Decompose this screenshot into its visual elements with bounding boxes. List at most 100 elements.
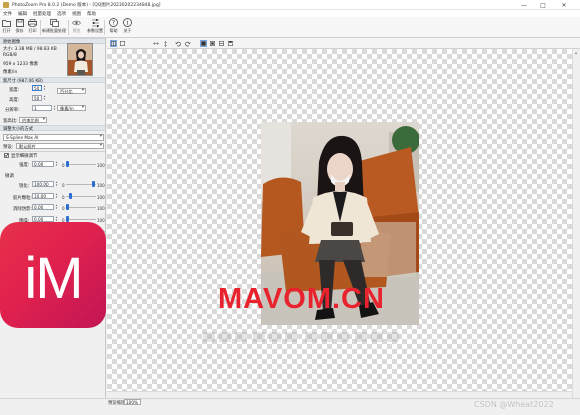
strength-stepper[interactable]: ▴ ▾ [55,161,58,167]
film-grain-field[interactable]: 10.00 [32,193,54,199]
fine-tune-header: 微调 [5,174,14,179]
menu-batch[interactable]: 批量处理 [33,11,51,17]
resolution-field[interactable]: 1 [32,105,52,111]
fit-width-button[interactable] [152,40,159,47]
artifact-field[interactable]: 0.00 [32,204,54,210]
view-mode-3-button[interactable] [218,40,225,47]
settings-button[interactable]: 参数设置 [87,18,103,34]
watermark-logo: iM [0,222,106,328]
vertical-scrollbar[interactable]: ▴ [572,49,580,398]
eye-icon [72,18,81,27]
artifact-stepper[interactable]: ▴ ▾ [55,204,58,210]
strength-thumb[interactable] [66,161,69,167]
strength-field[interactable]: 0.00 [32,161,54,167]
toolbar-divider [68,20,69,35]
open-label: 打开 [2,28,11,33]
close-button[interactable]: ✕ [556,0,572,10]
watermark-faded-text [201,329,416,349]
height-field[interactable]: 50 [32,95,42,101]
fine-tune-checkbox[interactable] [4,153,9,158]
aspect-label: 宽高比: [3,119,18,124]
printer-icon [28,18,37,27]
resize-method-section[interactable]: 调整大小的方式 [0,125,105,132]
print-button[interactable]: 打印 [28,18,37,34]
preset-label: 预设: [3,145,14,150]
zoom-select[interactable]: 100% [124,399,141,405]
artifact-track[interactable] [66,207,96,208]
app-icon [3,1,9,8]
film-grain-max: 100 [97,195,105,200]
resolution-label: 分辨率: [5,108,20,113]
view-mode-2-button[interactable] [209,40,216,47]
unit-select[interactable]: 百分比 [57,88,86,94]
help-button[interactable]: ? 帮助 [109,18,118,34]
preset-select[interactable]: 默认照片 [16,143,104,149]
sharpness-thumb[interactable] [92,181,95,187]
menu-view[interactable]: 视图 [72,11,81,17]
film-grain-thumb[interactable] [69,193,72,199]
split-view-button[interactable] [110,40,117,47]
new-batch-label: 新建批量处理 [42,28,66,33]
settings-label: 参数设置 [87,28,103,33]
artifact-thumb[interactable] [66,204,69,210]
resolution-unit-select[interactable]: 像素/in [57,105,86,111]
unit-row: 像素/in [3,70,18,75]
menu-options[interactable]: 选项 [57,11,66,17]
about-button[interactable]: i 关于 [123,18,132,34]
menu-file[interactable]: 文件 [3,11,12,17]
height-label: 高度: [9,98,20,103]
menu-help[interactable]: 帮助 [87,11,96,17]
width-field[interactable]: 50 [32,85,42,91]
new-batch-button[interactable]: 新建批量处理 [42,18,66,34]
noise-track[interactable] [66,219,96,220]
fine-tune-label: 显示细微调节 [11,154,38,159]
maximize-button[interactable]: □ [535,0,551,10]
batch-icon [49,18,59,27]
aspect-select[interactable]: 约束比例 [19,117,47,123]
settings-panel: 原始图像 大小: 3.38 MB / 98.83 KB RGB/8 959 x … [0,38,106,403]
width-stepper[interactable]: ▴ ▾ [43,85,46,91]
menu-edit[interactable]: 编辑 [18,11,27,17]
strength-track[interactable] [66,164,96,165]
method-select[interactable]: S-Spline Max AI [3,134,104,141]
canvas-toolbar [107,38,580,49]
sharpness-max: 100 [97,183,105,188]
height-stepper[interactable]: ▴ ▾ [43,95,46,101]
watermark-logo-text: iM [24,246,83,311]
horizontal-scrollbar[interactable] [107,391,572,398]
sharpness-field[interactable]: 100.00 [32,181,54,187]
help-label: 帮助 [109,28,118,33]
film-grain-label: 胶片颗粒: [13,196,33,201]
main-toolbar: 打开 保存 打印 新建批量处理 预览 参数设置 ? 帮助 i 关于 [0,17,580,38]
divider [0,151,105,152]
strength-max: 100 [97,163,105,168]
rotate-right-icon[interactable] [184,40,191,47]
save-label: 保存 [15,28,24,33]
window-title: PhotoZoom Pro 8.0.2 (Demo 版本) - [QQ图片202… [12,2,161,8]
resolution-stepper[interactable]: ▴ ▾ [53,105,56,111]
open-button[interactable]: 打开 [2,18,11,34]
thumbnail[interactable] [67,43,93,76]
scroll-up-icon[interactable]: ▴ [575,50,577,55]
minimize-button[interactable]: — [516,0,532,10]
preview-label: 预览 [72,28,81,33]
single-view-button[interactable] [119,40,126,47]
new-size-section[interactable]: 新尺寸 (987.06 KB) [0,77,105,84]
save-button[interactable]: 保存 [15,18,24,34]
film-grain-stepper[interactable]: ▴ ▾ [55,193,58,199]
sliders-icon [91,18,100,27]
about-label: 关于 [123,28,132,33]
svg-text:i: i [127,20,129,27]
original-file-size: 大小: 3.38 MB / 98.83 KB [3,47,57,52]
preview-button[interactable]: 预览 [72,18,81,34]
svg-text:?: ? [112,20,115,27]
save-view-icon[interactable] [227,40,234,47]
artifact-label: 消除伪影: [13,207,33,212]
watermark-site-text: MAVOM.CN [218,283,385,315]
toolbar-divider [40,20,41,35]
help-icon: ? [109,18,118,27]
sharpness-stepper[interactable]: ▴ ▾ [55,181,58,187]
rotate-left-icon[interactable] [174,40,181,47]
view-mode-1-button[interactable] [200,40,207,47]
fit-height-button[interactable] [162,40,169,47]
